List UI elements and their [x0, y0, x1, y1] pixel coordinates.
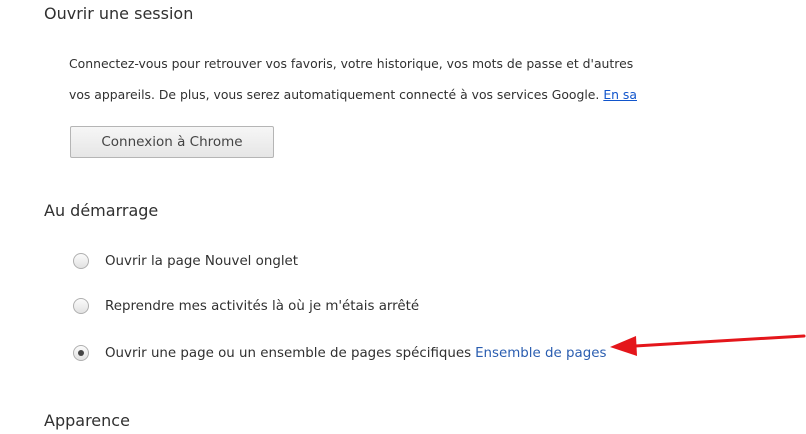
arrow-head [610, 336, 637, 356]
startup-option-label[interactable]: Reprendre mes activités là où je m'étais… [105, 299, 419, 314]
signin-description-text: vos appareils. De plus, vous serez autom… [69, 87, 600, 102]
learn-more-link[interactable]: En sa [603, 87, 637, 102]
arrow-shaft [632, 334, 806, 348]
set-pages-link[interactable]: Ensemble de pages [475, 346, 606, 361]
chrome-settings-page: Ouvrir une session Connectez-vous pour r… [0, 0, 806, 434]
appearance-section-title: Apparence [44, 411, 130, 430]
startup-option-label[interactable]: Ouvrir une page ou un ensemble de pages … [105, 346, 471, 361]
signin-description-line1: Connectez-vous pour retrouver vos favori… [69, 56, 634, 71]
radio-button[interactable] [73, 253, 89, 269]
startup-option-specific-pages[interactable]: Ouvrir une page ou un ensemble de pages … [73, 343, 606, 363]
startup-section-title: Au démarrage [44, 201, 159, 220]
signin-section-title: Ouvrir une session [44, 4, 194, 23]
radio-button-selected[interactable] [73, 345, 89, 361]
signin-description-line2: vos appareils. De plus, vous serez autom… [69, 87, 637, 102]
startup-option-new-tab[interactable]: Ouvrir la page Nouvel onglet [73, 251, 298, 271]
startup-option-label[interactable]: Ouvrir la page Nouvel onglet [105, 254, 298, 269]
signin-chrome-button[interactable]: Connexion à Chrome [70, 126, 274, 158]
radio-button[interactable] [73, 298, 89, 314]
startup-option-continue[interactable]: Reprendre mes activités là où je m'étais… [73, 296, 419, 316]
